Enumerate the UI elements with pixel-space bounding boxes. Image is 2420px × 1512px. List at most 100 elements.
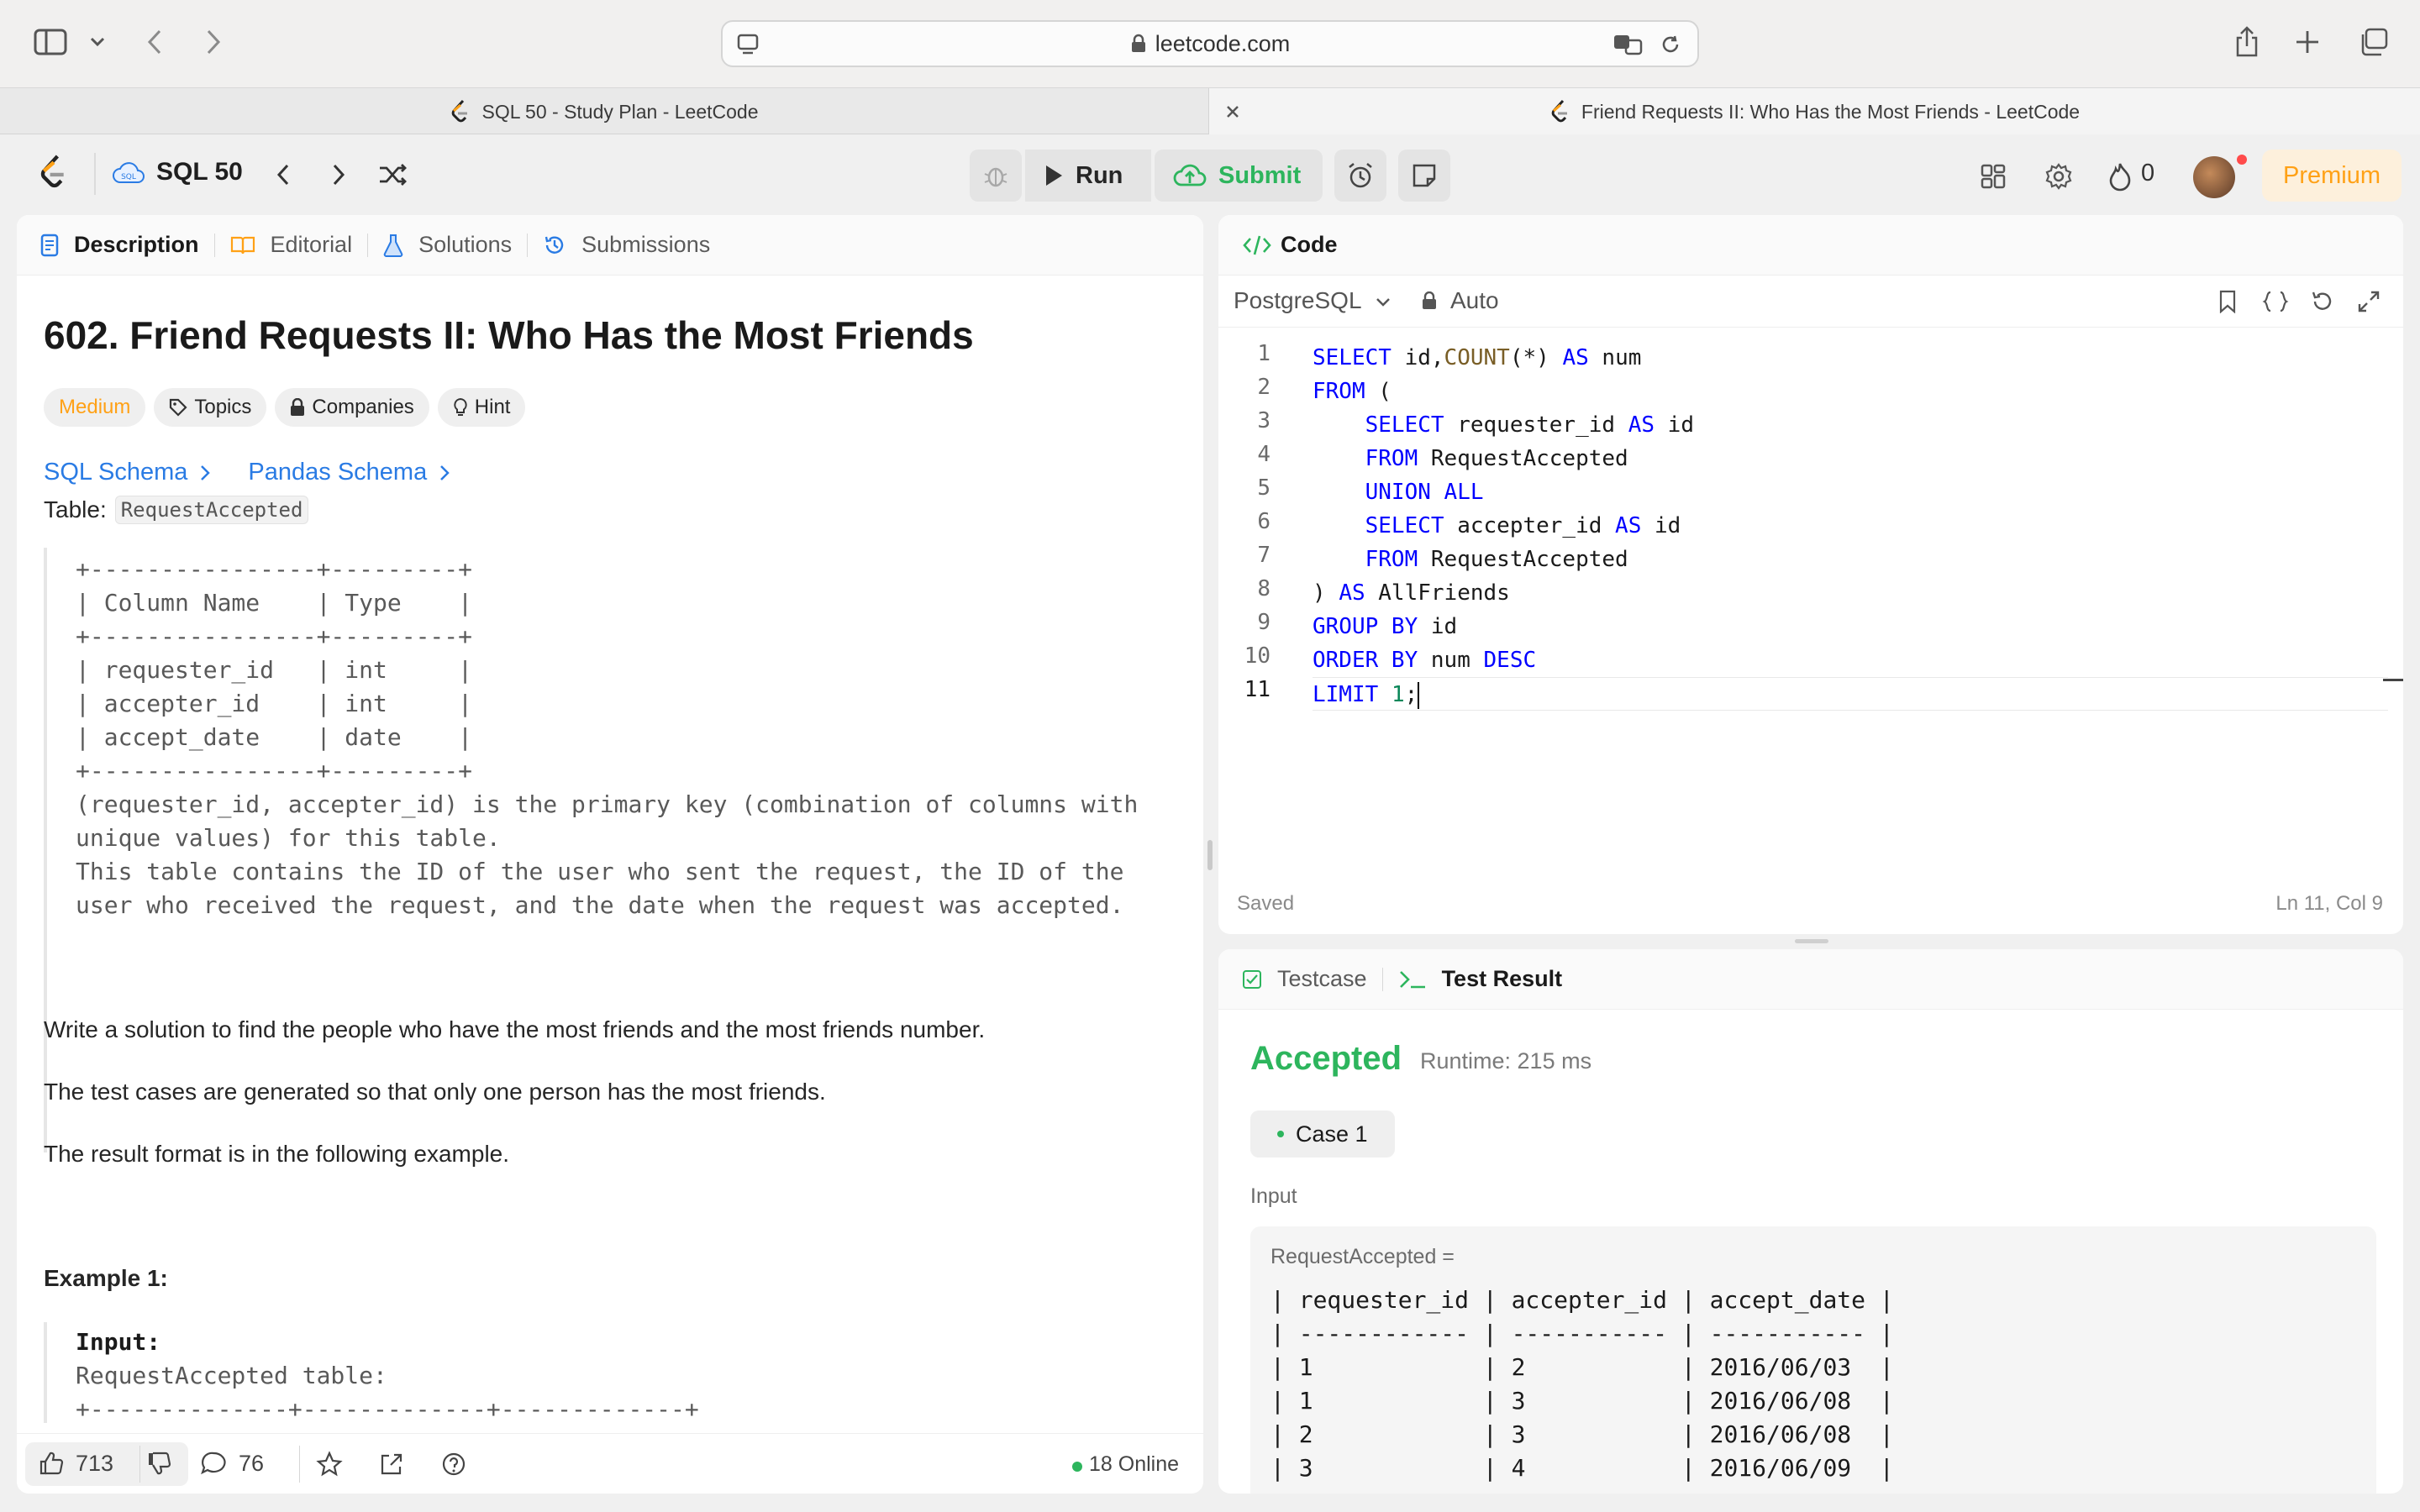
code-line: SELECT accepter_id AS id xyxy=(1365,513,1681,538)
tab-testcase[interactable]: Testcase xyxy=(1277,966,1367,992)
auto-mode[interactable]: Auto xyxy=(1450,287,1499,314)
streak-fire-icon[interactable] xyxy=(2106,160,2134,193)
thumbs-up-icon[interactable] xyxy=(37,1449,66,1478)
panel-resize-handle[interactable] xyxy=(1207,840,1213,870)
star-icon[interactable] xyxy=(314,1449,345,1479)
chevron-down-icon[interactable] xyxy=(1373,294,1393,311)
new-tab-icon[interactable] xyxy=(2292,27,2323,57)
schema-links: SQL Schema Pandas Schema xyxy=(44,459,450,486)
address-bar[interactable]: leetcode.com xyxy=(721,20,1699,67)
sql-plan-icon: SQL xyxy=(111,156,146,192)
run-button[interactable]: Run xyxy=(1025,150,1151,202)
sidebar-toggle-icon[interactable] xyxy=(32,27,69,57)
submit-label: Submit xyxy=(1218,161,1302,189)
online-dot xyxy=(1072,1462,1082,1472)
forward-icon[interactable] xyxy=(200,25,227,59)
schema-block-container: +----------------+---------+ | Column Na… xyxy=(44,548,1176,1152)
companies-chip[interactable]: Companies xyxy=(275,388,429,427)
notification-dot xyxy=(2237,155,2247,165)
line-number: 2 xyxy=(1257,375,1270,400)
tab-title: Friend Requests II: Who Has the Most Fri… xyxy=(1581,100,2081,123)
table-line: | 3 | 4 | 2016/06/09 | xyxy=(1270,1454,1894,1482)
submit-button[interactable]: Submit xyxy=(1155,150,1323,202)
study-plan-name[interactable]: SQL 50 xyxy=(156,158,243,186)
comment-icon[interactable] xyxy=(198,1449,229,1478)
difficulty-badge: Medium xyxy=(44,388,146,427)
bookmark-icon[interactable] xyxy=(2215,287,2240,316)
example-input-label: Input: xyxy=(76,1328,161,1356)
code-line-active: LIMIT 1; xyxy=(1313,677,2388,711)
case-label: Case 1 xyxy=(1296,1121,1368,1147)
input-box: RequestAccepted = | requester_id | accep… xyxy=(1250,1226,2376,1494)
avatar[interactable] xyxy=(2193,156,2235,198)
code-panel: Code PostgreSQL Auto 1 2 3 4 5 6 7 8 9 1… xyxy=(1218,215,2403,934)
online-count: 18 Online xyxy=(1089,1452,1180,1476)
tag-icon xyxy=(169,398,187,417)
format-braces-icon[interactable] xyxy=(2260,287,2291,316)
comment-count: 76 xyxy=(239,1451,265,1476)
code-editor[interactable]: 1 2 3 4 5 6 7 8 9 10 11 SELECT id,COUNT(… xyxy=(1218,341,2403,862)
like-count: 713 xyxy=(76,1451,114,1476)
line-number: 7 xyxy=(1257,543,1270,568)
debug-button[interactable] xyxy=(970,150,1022,202)
code-line: ) AS AllFriends xyxy=(1313,580,1510,606)
premium-button[interactable]: Premium xyxy=(2262,150,2402,202)
browser-tab-active[interactable]: Friend Requests II: Who Has the Most Fri… xyxy=(1208,88,2420,135)
url-text: leetcode.com xyxy=(1155,30,1291,56)
settings-gear-icon[interactable] xyxy=(2042,160,2075,193)
reset-icon[interactable] xyxy=(2307,287,2336,316)
editor-toolbar: PostgreSQL Auto xyxy=(1218,276,2403,328)
tab-separator xyxy=(367,233,369,257)
close-tab-icon[interactable] xyxy=(1223,102,1243,122)
chevron-down-icon[interactable] xyxy=(87,32,108,52)
back-icon[interactable] xyxy=(141,25,168,59)
page-menu-icon[interactable] xyxy=(734,32,761,57)
table-line: | 2 | 3 | 2016/06/08 | xyxy=(1270,1420,1894,1448)
share-icon[interactable] xyxy=(376,1449,407,1479)
hint-chip[interactable]: Hint xyxy=(437,388,526,427)
next-problem-icon[interactable] xyxy=(326,160,351,190)
panel-resize-handle[interactable] xyxy=(1795,939,1828,943)
tab-overview-icon[interactable] xyxy=(2356,27,2390,57)
input-variable: RequestAccepted = xyxy=(1270,1245,1455,1268)
share-icon[interactable] xyxy=(2232,25,2262,59)
play-icon xyxy=(1044,164,1064,187)
example-input-line: RequestAccepted table: xyxy=(76,1362,387,1389)
browser-tab[interactable]: SQL 50 - Study Plan - LeetCode xyxy=(0,88,1208,135)
layout-icon[interactable] xyxy=(1976,160,2010,193)
timer-button[interactable] xyxy=(1334,150,1386,202)
problem-chips: Medium Topics Companies Hint xyxy=(44,388,526,427)
tab-title: SQL 50 - Study Plan - LeetCode xyxy=(481,100,759,123)
help-icon[interactable] xyxy=(439,1449,469,1479)
case-tab[interactable]: Case 1 xyxy=(1250,1110,1395,1158)
description-icon xyxy=(40,234,59,257)
cloud-upload-icon xyxy=(1173,163,1207,188)
table-label-row: Table: RequestAccepted xyxy=(44,496,309,524)
tab-solutions[interactable]: Solutions xyxy=(418,232,512,258)
tab-description[interactable]: Description xyxy=(74,232,199,258)
line-number: 10 xyxy=(1244,643,1270,669)
topics-chip[interactable]: Topics xyxy=(154,388,267,427)
save-status: Saved xyxy=(1237,892,1295,915)
notes-button[interactable] xyxy=(1398,150,1450,202)
example-block: Input: RequestAccepted table: +---------… xyxy=(44,1322,1176,1423)
pandas-schema-link[interactable]: Pandas Schema xyxy=(248,459,427,486)
code-icon xyxy=(1242,234,1272,257)
translate-icon[interactable] xyxy=(1612,32,1645,57)
table-line: | ------------ | ----------- | ---------… xyxy=(1270,1320,1894,1347)
tab-test-result[interactable]: Test Result xyxy=(1442,966,1563,992)
expand-icon[interactable] xyxy=(2354,287,2383,316)
shuffle-icon[interactable] xyxy=(376,158,410,192)
tab-submissions[interactable]: Submissions xyxy=(581,232,710,258)
thumbs-down-icon[interactable] xyxy=(145,1449,173,1478)
leetcode-logo-icon[interactable] xyxy=(37,151,71,193)
terminal-icon xyxy=(1398,969,1427,990)
language-select[interactable]: PostgreSQL xyxy=(1234,287,1362,314)
prev-problem-icon[interactable] xyxy=(271,160,296,190)
tab-editorial[interactable]: Editorial xyxy=(271,232,353,258)
line-number: 5 xyxy=(1257,475,1270,501)
leetcode-logo-icon xyxy=(1549,99,1571,124)
reload-icon[interactable] xyxy=(1657,32,1684,57)
table-line: | requester_id | accepter_id | accept_da… xyxy=(1270,1286,1894,1314)
sql-schema-link[interactable]: SQL Schema xyxy=(44,459,187,486)
